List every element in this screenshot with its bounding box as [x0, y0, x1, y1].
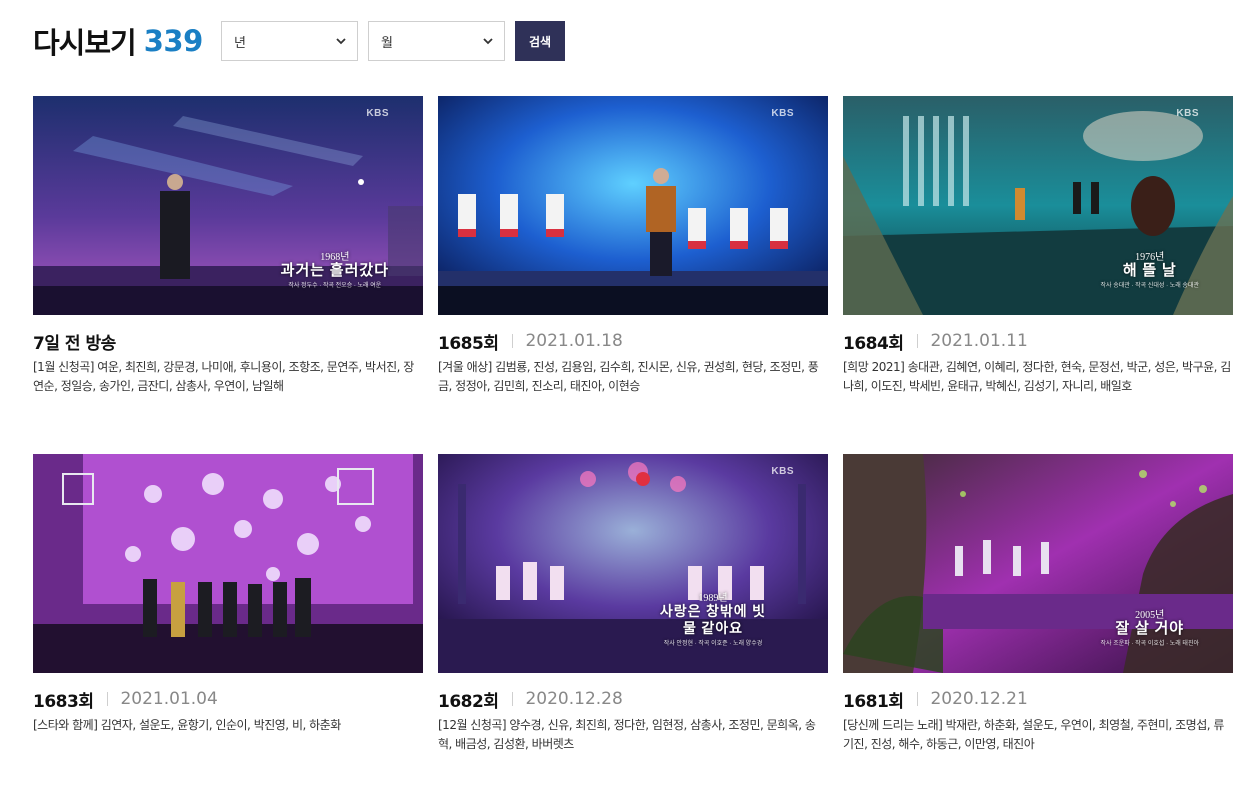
- chevron-down-icon: [336, 38, 346, 45]
- kbs-logo: KBS: [366, 108, 389, 119]
- year-select[interactable]: 년: [221, 21, 358, 61]
- month-select[interactable]: 월: [368, 21, 505, 61]
- song-caption: 2005년 잘 살 거야 작사 조운파 · 작곡 이호섭 · 노래 태진아: [1100, 610, 1199, 647]
- song-caption: 1989년 사랑은 창밖에 빗물 같아요 작사 안정현 · 작곡 이호준 · 노…: [659, 593, 767, 647]
- episode-date: 2021.01.11: [930, 331, 1028, 351]
- episode-number[interactable]: 1685회: [438, 329, 499, 354]
- episode-card[interactable]: KBS 1989년 사랑은 창밖에 빗물 같아요 작사 안정현 · 작곡 이호준…: [438, 454, 828, 754]
- episode-description[interactable]: [겨울 애상] 김범룡, 진성, 김용임, 김수희, 진시몬, 신유, 권성희,…: [438, 358, 828, 396]
- episode-thumbnail[interactable]: KBS 1976년 해 뜰 날 작사 송대관 · 작곡 신대성 · 노래 송대관: [843, 96, 1233, 315]
- episode-meta: 1683회 2021.01.04: [33, 687, 423, 712]
- episode-number[interactable]: 1684회: [843, 329, 904, 354]
- episode-description[interactable]: [스타와 함께] 김연자, 설운도, 윤항기, 인순이, 박진영, 비, 하춘화: [33, 716, 423, 754]
- meta-divider: [512, 334, 514, 348]
- search-button[interactable]: 검색: [515, 21, 565, 61]
- episode-date: 2021.01.04: [120, 689, 218, 709]
- episode-card[interactable]: KBS 1685회 2021.01.18 [겨울 애상] 김범룡, 진성, 김용…: [438, 96, 828, 396]
- episode-meta: 1685회 2021.01.18: [438, 329, 828, 354]
- song-caption: 1976년 해 뜰 날 작사 송대관 · 작곡 신대성 · 노래 송대관: [1100, 252, 1199, 289]
- episode-description[interactable]: [당신께 드리는 노래] 박재란, 하춘화, 설운도, 우연이, 최영철, 주현…: [843, 716, 1233, 754]
- meta-divider: [512, 692, 514, 706]
- episode-number[interactable]: 1681회: [843, 687, 904, 712]
- episode-card[interactable]: 1683회 2021.01.04 [스타와 함께] 김연자, 설운도, 윤항기,…: [33, 454, 423, 754]
- meta-divider: [107, 692, 109, 706]
- stage-image: [438, 96, 828, 315]
- episode-meta: 7일 전 방송: [33, 329, 423, 354]
- episode-thumbnail[interactable]: [33, 454, 423, 673]
- episode-date: 2020.12.21: [930, 689, 1028, 709]
- episode-description[interactable]: [희망 2021] 송대관, 김혜연, 이혜리, 정다한, 현숙, 문정선, 박…: [843, 358, 1233, 396]
- episode-meta: 1684회 2021.01.11: [843, 329, 1233, 354]
- month-select-value: 월: [381, 35, 393, 51]
- episode-thumbnail[interactable]: KBS 1968년 과거는 흘러갔다 작사 정두수 · 작곡 전오승 · 노래 …: [33, 96, 423, 315]
- episode-thumbnail[interactable]: KBS 1989년 사랑은 창밖에 빗물 같아요 작사 안정현 · 작곡 이호준…: [438, 454, 828, 673]
- episode-description[interactable]: [12월 신청곡] 양수경, 신유, 최진희, 정다한, 임현정, 삼총사, 조…: [438, 716, 828, 754]
- episode-count: 339: [143, 24, 204, 58]
- meta-divider: [917, 334, 919, 348]
- episode-thumbnail[interactable]: KBS: [438, 96, 828, 315]
- meta-divider: [917, 692, 919, 706]
- episode-meta: 1682회 2020.12.28: [438, 687, 828, 712]
- episode-number[interactable]: 1682회: [438, 687, 499, 712]
- page-title: 다시보기: [33, 26, 137, 60]
- episode-description[interactable]: [1월 신청곡] 여운, 최진희, 강문경, 나미애, 후니용이, 조항조, 문…: [33, 358, 423, 396]
- episode-date: 2020.12.28: [525, 689, 623, 709]
- song-caption: 1968년 과거는 흘러갔다 작사 정두수 · 작곡 전오승 · 노래 여운: [280, 252, 389, 289]
- stage-image: [438, 454, 828, 673]
- episode-number[interactable]: 7일 전 방송: [33, 329, 116, 354]
- episode-meta: 1681회 2020.12.21: [843, 687, 1233, 712]
- episode-date: 2021.01.18: [525, 331, 623, 351]
- page-header: 다시보기 339: [33, 20, 203, 62]
- kbs-logo: KBS: [1176, 108, 1199, 119]
- episode-thumbnail[interactable]: 2005년 잘 살 거야 작사 조운파 · 작곡 이호섭 · 노래 태진아: [843, 454, 1233, 673]
- kbs-logo: KBS: [771, 108, 794, 119]
- kbs-logo: KBS: [771, 466, 794, 477]
- chevron-down-icon: [483, 38, 493, 45]
- episode-card[interactable]: KBS 1968년 과거는 흘러갔다 작사 정두수 · 작곡 전오승 · 노래 …: [33, 96, 423, 396]
- episode-card[interactable]: KBS 1976년 해 뜰 날 작사 송대관 · 작곡 신대성 · 노래 송대관…: [843, 96, 1233, 396]
- episode-number[interactable]: 1683회: [33, 687, 94, 712]
- year-select-value: 년: [234, 35, 246, 51]
- episode-card[interactable]: 2005년 잘 살 거야 작사 조운파 · 작곡 이호섭 · 노래 태진아 16…: [843, 454, 1233, 754]
- stage-image: [33, 454, 423, 673]
